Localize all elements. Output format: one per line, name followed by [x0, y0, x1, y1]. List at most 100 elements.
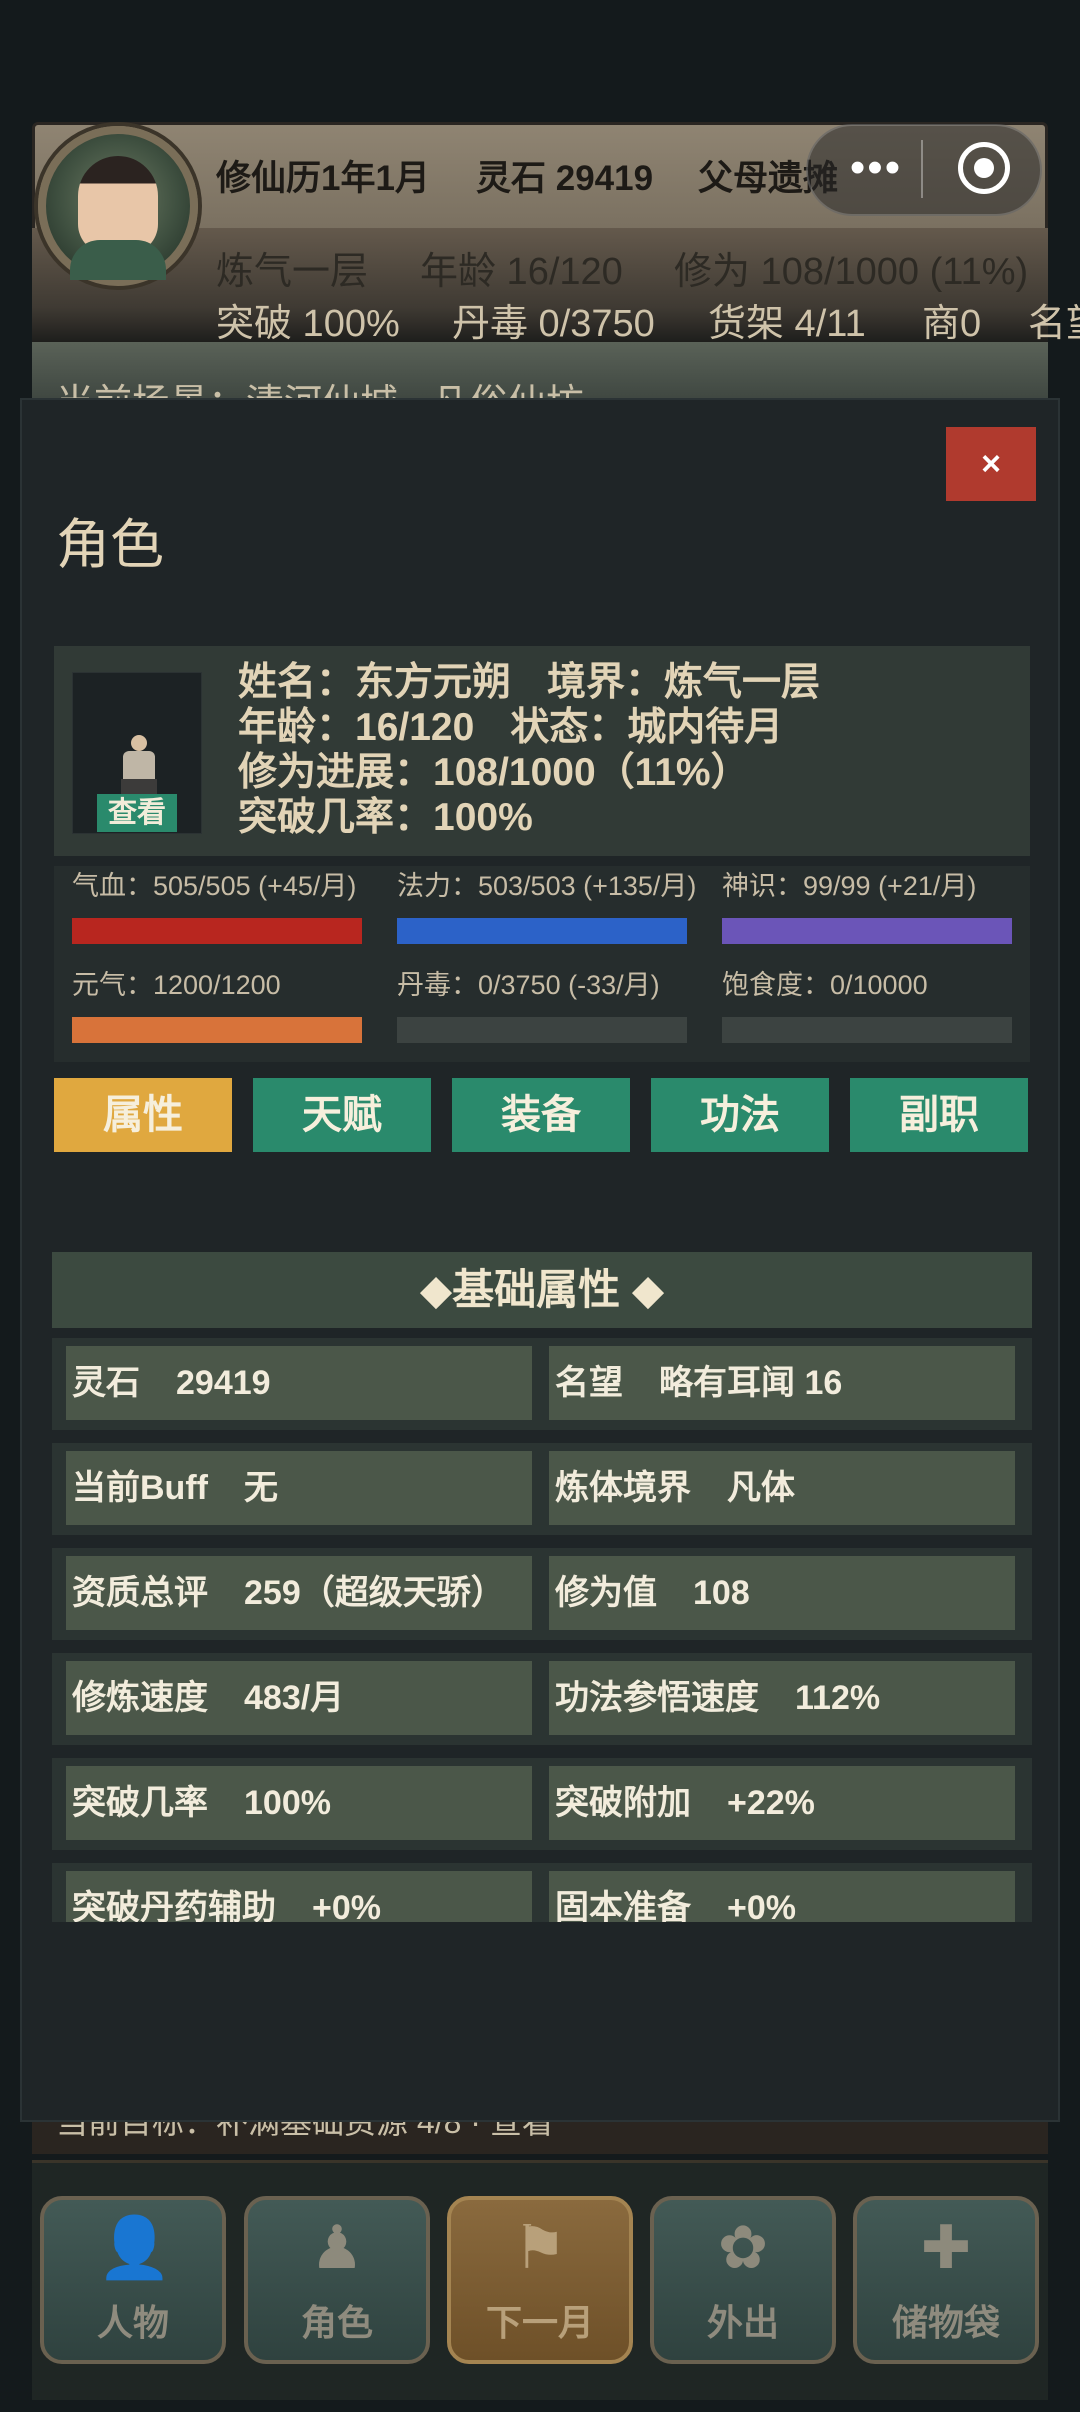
stat-satiety-label: 饱食度：0/10000 — [722, 970, 928, 1000]
attribute-value: +22% — [727, 1784, 815, 1822]
attribute-cell[interactable]: 功法参悟速度 112% — [549, 1661, 1015, 1735]
tab-techniques[interactable]: 功法 — [651, 1078, 829, 1152]
realm-label: 境界：炼气一层 — [547, 661, 821, 704]
nav-person-button[interactable]: 👤 人物 — [40, 2196, 226, 2364]
attribute-label: 资质总评 — [72, 1574, 208, 1612]
stat-mana: 法力：503/503 (+135/月) — [397, 868, 697, 944]
attribute-cell[interactable]: 突破附加 +22% — [549, 1766, 1015, 1840]
nav-outing-button[interactable]: ✿ 外出 — [650, 2196, 836, 2364]
tab-bar: 属性 天赋 装备 功法 副职 — [54, 1078, 1030, 1152]
tab-side-jobs[interactable]: 副职 — [850, 1078, 1028, 1152]
stat-vital-qi-bar — [72, 1017, 362, 1043]
stat-spirit-sense-label: 神识：99/99 (+21/月) — [722, 871, 977, 901]
nav-character-button[interactable]: ♟ 角色 — [244, 2196, 430, 2364]
tab-equipment[interactable]: 装备 — [452, 1078, 630, 1152]
nav-outing-label: 外出 — [706, 2302, 779, 2343]
attribute-cell[interactable]: 炼体境界 凡体 — [549, 1451, 1015, 1525]
stat-mana-bar — [397, 918, 687, 944]
attribute-label: 名望 — [555, 1364, 623, 1402]
attribute-value: 凡体 — [727, 1469, 795, 1507]
attribute-label: 突破丹药辅助 — [72, 1889, 276, 1922]
hud-realm: 炼气一层 — [216, 251, 369, 293]
hud-shelf: 货架 4/11 — [708, 303, 866, 345]
attribute-value: 100% — [244, 1784, 331, 1822]
tab-attributes[interactable]: 属性 — [54, 1078, 232, 1152]
character-icon: ♟ — [310, 2214, 364, 2281]
attribute-label: 修炼速度 — [72, 1679, 208, 1717]
attribute-cell[interactable]: 当前Buff 无 — [66, 1451, 532, 1525]
attribute-cell[interactable]: 灵石 29419 — [66, 1346, 532, 1420]
hud-breakthrough: 突破 100% — [216, 303, 400, 345]
attribute-cell[interactable]: 固本准备 +0% — [549, 1871, 1015, 1922]
attribute-value: +0% — [312, 1889, 381, 1922]
attribute-cell[interactable]: 突破几率 100% — [66, 1766, 532, 1840]
stat-bars: 气血：505/505 (+45/月) 法力：503/503 (+135/月) 神识：… — [54, 866, 1030, 1062]
hud-merchant: 商0 — [922, 303, 982, 345]
stat-vital-qi-label: 元气：1200/1200 — [72, 970, 281, 1000]
attribute-row: 灵石 29419 名望 略有耳闻 16 — [52, 1338, 1032, 1430]
attribute-value: 259（超级天骄） — [244, 1574, 505, 1612]
stat-vital-qi: 元气：1200/1200 — [72, 967, 362, 1043]
name-label: 姓名：东方元朔 — [238, 661, 512, 704]
progress-label: 修为进展：108/1000（11%） — [238, 751, 750, 794]
attribute-cell[interactable]: 突破丹药辅助 +0% — [66, 1871, 532, 1922]
attribute-label: 当前Buff — [72, 1469, 208, 1507]
attribute-row: 突破几率 100% 突破附加 +22% — [52, 1758, 1032, 1850]
hud-fame: 名望 — [1028, 303, 1080, 345]
person-icon: 👤 — [97, 2214, 172, 2281]
view-button[interactable]: 查看 — [97, 794, 177, 832]
nav-next-month-label: 下一月 — [485, 2302, 594, 2343]
breakthrough-label: 突破几率：100% — [238, 796, 533, 839]
profile-card: 查看 姓名：东方元朔 境界：炼气一层 年龄：16/120 状态：城内待月 修为进展：… — [54, 646, 1030, 856]
attribute-value: 无 — [243, 1469, 278, 1507]
attribute-label: 固本准备 — [555, 1889, 691, 1922]
attribute-cell[interactable]: 修为值 108 — [549, 1556, 1015, 1630]
attribute-row: 修炼速度 483/月 功法参悟速度 112% — [52, 1653, 1032, 1745]
close-miniprogram-icon[interactable] — [958, 142, 1010, 194]
tab-talents[interactable]: 天赋 — [253, 1078, 431, 1152]
stat-hp-bar — [72, 918, 362, 944]
stat-hp-fill — [72, 918, 362, 944]
attribute-label: 灵石 — [72, 1364, 140, 1402]
hud-pill-poison: 丹毒 0/3750 — [452, 303, 655, 345]
stat-pill-poison-bar — [397, 1017, 687, 1043]
stat-vital-qi-fill — [72, 1017, 362, 1043]
nav-storage-bag-button[interactable]: ✚ 储物袋 — [853, 2196, 1039, 2364]
attribute-value: 29419 — [176, 1364, 271, 1402]
attribute-cell[interactable]: 修炼速度 483/月 — [66, 1661, 532, 1735]
age-label: 年龄：16/120 — [238, 706, 475, 749]
stat-spirit-sense-bar — [722, 918, 1012, 944]
more-icon[interactable]: ••• — [836, 140, 916, 196]
modal-title: 角色 — [56, 515, 164, 575]
app-root: 修仙历1年1月 灵石 29419 父母遗摊 炼气一层 年龄 16/120 修为 … — [0, 0, 1080, 2412]
stat-satiety: 饱食度：0/10000 — [722, 967, 1012, 1043]
attribute-row: 当前Buff 无 炼体境界 凡体 — [52, 1443, 1032, 1535]
attribute-row: 资质总评 259（超级天骄） 修为值 108 — [52, 1548, 1032, 1640]
attribute-cell[interactable]: 名望 略有耳闻 16 — [549, 1346, 1015, 1420]
stat-hp: 气血：505/505 (+45/月) — [72, 868, 362, 944]
attribute-value: 112% — [795, 1679, 881, 1717]
nav-next-month-button[interactable]: ⚑ 下一月 — [447, 2196, 633, 2364]
character-figure-icon — [117, 735, 161, 795]
attribute-label: 突破几率 — [72, 1784, 208, 1822]
section-title: ◆基础属性 ◆ — [52, 1252, 1032, 1328]
attribute-label: 突破附加 — [555, 1784, 691, 1822]
hud-age: 年龄 16/120 — [420, 251, 623, 293]
avatar-body — [70, 240, 166, 280]
stat-mana-fill — [397, 918, 687, 944]
attribute-value: 略有耳闻 16 — [659, 1364, 843, 1402]
lotus-icon: ✿ — [717, 2214, 769, 2281]
status-label: 状态：城内待月 — [510, 706, 784, 749]
close-button[interactable]: × — [946, 427, 1036, 501]
stat-satiety-bar — [722, 1017, 1012, 1043]
hud-cultivation: 修为 108/1000 (11%) — [674, 251, 1029, 293]
nav-character-label: 角色 — [300, 2302, 373, 2343]
stat-hp-label: 气血：505/505 (+45/月) — [72, 871, 357, 901]
stat-spirit-sense: 神识：99/99 (+21/月) — [722, 868, 1012, 944]
attribute-cell[interactable]: 资质总评 259（超级天骄） — [66, 1556, 532, 1630]
attribute-label: 修为值 — [555, 1574, 657, 1612]
flag-icon: ⚑ — [513, 2214, 567, 2281]
attribute-list[interactable]: 灵石 29419 名望 略有耳闻 16 当前Buff 无 炼体境界 凡体资质总评 259（超级天… — [52, 1338, 1032, 1922]
stat-pill-poison: 丹毒：0/3750 (-33/月) — [397, 967, 687, 1043]
stat-mana-label: 法力：503/503 (+135/月) — [397, 871, 697, 901]
